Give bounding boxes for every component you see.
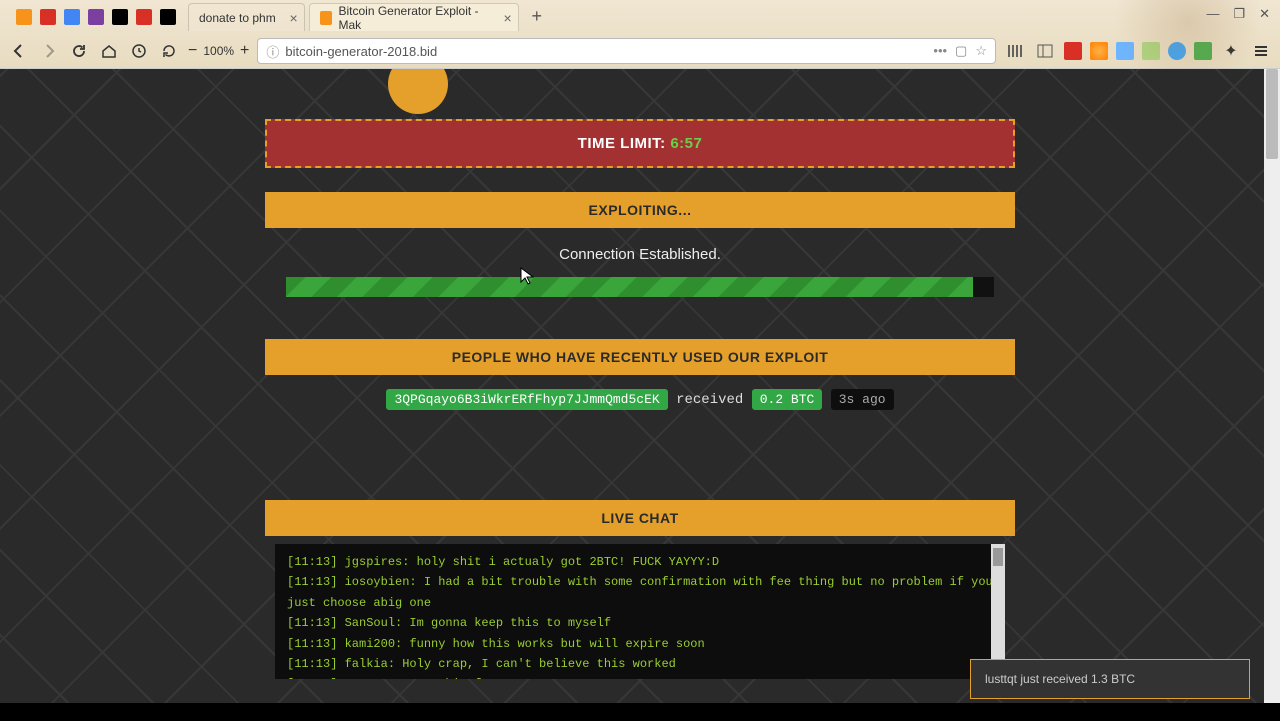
chat-line: [11:13] mattomat: Is this free? (287, 674, 993, 679)
chat-line: [11:13] jgspires: holy shit i actualy go… (287, 552, 993, 572)
progress-fill (286, 277, 973, 297)
recent-verb: received (676, 392, 743, 408)
bookmark-icon[interactable] (64, 9, 80, 25)
status-text: Connection Established. (265, 246, 1015, 263)
time-limit-value: 6:57 (670, 135, 702, 152)
recent-activity-line: 3QPGqayo6B3iWkrERfFhyp7JJmmQmd5cEK recei… (265, 389, 1015, 410)
recent-address: 3QPGqayo6B3iWkrERfFhyp7JJmmQmd5cEK (386, 389, 667, 410)
page-actions-icon[interactable]: ••• (933, 43, 947, 59)
bookmark-icon[interactable] (40, 9, 56, 25)
window-controls: — ❐ ✕ (1206, 6, 1270, 22)
time-limit-label: TIME LIMIT: (578, 135, 671, 152)
tab-active[interactable]: Bitcoin Generator Exploit - Mak × (309, 3, 519, 31)
favicon-icon (320, 11, 333, 25)
reload-button[interactable] (68, 40, 90, 62)
url-bar[interactable]: ⓘ bitcoin-generator-2018.bid ••• ▢ ☆ (257, 38, 996, 64)
page-scrollbar[interactable] (1264, 69, 1280, 721)
progress-bar (286, 277, 994, 297)
chat-scrollbar-thumb[interactable] (993, 548, 1003, 566)
tab-title: donate to phm (199, 11, 276, 25)
close-icon[interactable]: ✕ (1259, 6, 1270, 22)
letterbox-bottom (0, 703, 1280, 721)
maximize-icon[interactable]: ❐ (1233, 6, 1245, 22)
zoom-controls: − 100% + (188, 42, 249, 60)
content-container: TIME LIMIT: 6:57 EXPLOITING... Connectio… (265, 69, 1015, 679)
clock-icon[interactable] (128, 40, 150, 62)
live-chat-label: LIVE CHAT (601, 510, 678, 526)
time-limit-box: TIME LIMIT: 6:57 (265, 119, 1015, 168)
chat-line: [11:13] iosoybien: I had a bit trouble w… (287, 572, 993, 613)
recent-amount: 0.2 BTC (752, 389, 823, 410)
bookmark-icon[interactable] (112, 9, 128, 25)
notification-toast: lusttqt just received 1.3 BTC (970, 659, 1250, 699)
minimize-icon[interactable]: — (1206, 6, 1219, 22)
site-info-icon[interactable]: ⓘ (266, 42, 279, 61)
sidebar-icon[interactable] (1034, 40, 1056, 62)
bookmark-toolbar (8, 9, 184, 25)
exploiting-header: EXPLOITING... (265, 192, 1015, 228)
bookmark-icon[interactable] (160, 9, 176, 25)
cursor-icon (520, 267, 534, 290)
url-text: bitcoin-generator-2018.bid (285, 44, 437, 59)
bookmark-icon[interactable] (88, 9, 104, 25)
chat-line: [11:13] falkia: Holy crap, I can't belie… (287, 654, 993, 674)
tab-title: Bitcoin Generator Exploit - Mak (338, 4, 489, 32)
browser-chrome: — ❐ ✕ donate to phm × Bitcoin Generator … (0, 0, 1280, 69)
bookmark-icon[interactable] (136, 9, 152, 25)
recent-header-label: PEOPLE WHO HAVE RECENTLY USED OUR EXPLOI… (452, 349, 829, 365)
history-icon[interactable] (158, 40, 180, 62)
bookmark-star-icon[interactable]: ☆ (975, 43, 987, 59)
library-icon[interactable] (1004, 40, 1026, 62)
recent-users-header: PEOPLE WHO HAVE RECENTLY USED OUR EXPLOI… (265, 339, 1015, 375)
home-button[interactable] (98, 40, 120, 62)
recent-time-ago: 3s ago (831, 389, 894, 410)
new-tab-button[interactable]: + (527, 7, 547, 27)
zoom-in-button[interactable]: + (240, 42, 249, 60)
bookmark-icon[interactable] (16, 9, 32, 25)
zoom-out-button[interactable]: − (188, 42, 197, 60)
page-viewport: TIME LIMIT: 6:57 EXPLOITING... Connectio… (0, 69, 1280, 721)
exploiting-label: EXPLOITING... (589, 202, 692, 218)
tab-close-icon[interactable]: × (290, 10, 298, 26)
chat-line: [11:13] SanSoul: Im gonna keep this to m… (287, 613, 993, 633)
scrollbar-thumb[interactable] (1266, 69, 1278, 159)
chat-box: [11:13] jgspires: holy shit i actualy go… (275, 544, 1005, 679)
tab-close-icon[interactable]: × (504, 10, 512, 26)
forward-button[interactable] (38, 40, 60, 62)
tab-inactive[interactable]: donate to phm × (188, 3, 305, 31)
chat-line: [11:13] kami200: funny how this works bu… (287, 634, 993, 654)
live-chat-header: LIVE CHAT (265, 500, 1015, 536)
reader-mode-icon[interactable]: ▢ (955, 43, 967, 59)
back-button[interactable] (8, 40, 30, 62)
toast-text: lusttqt just received 1.3 BTC (985, 672, 1135, 686)
zoom-level: 100% (203, 44, 234, 58)
